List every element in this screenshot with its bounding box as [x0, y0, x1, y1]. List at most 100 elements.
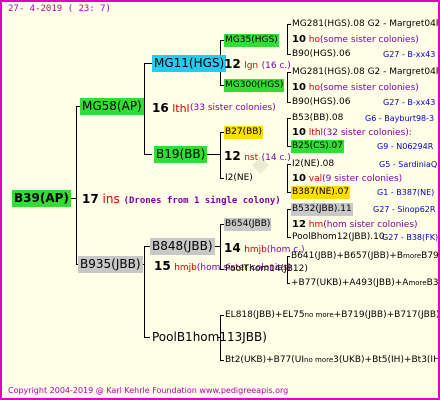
mg58-note: (33 sister colonies): [190, 103, 276, 113]
b935-abbr: hmjb: [174, 263, 197, 273]
i2-info: 10 val(9 sister colonies): [292, 174, 402, 184]
b387-node[interactable]: B387(NE).07: [291, 186, 351, 199]
connector: [287, 164, 288, 192]
bt2-more: no more: [304, 356, 334, 364]
bt2-node[interactable]: Bt2(UKB)+B77(UIno more3(UKB)+Bt5(IH)+Bt3…: [224, 354, 440, 367]
b77-right: B36(JBB): [426, 278, 439, 288]
mg300-node[interactable]: MG300(HGS): [224, 79, 285, 92]
b19-abbr: nst: [244, 153, 259, 163]
connector: [144, 63, 152, 64]
b90b-origin: G27 - B-xx43: [383, 98, 436, 107]
copyright-footer: Copyright 2004-2019 @ Karl Kehrle Founda…: [8, 386, 289, 395]
b53-node[interactable]: B53(BB).08: [291, 112, 344, 125]
mg35-info: 10 ho(some sister colonies): [292, 35, 419, 45]
connector: [76, 106, 77, 264]
b387-origin: G1 - B387(NE): [377, 188, 435, 197]
b848-node[interactable]: B848(JBB): [150, 238, 215, 255]
b654-info: 12 hm(hom sister colonies): [292, 220, 418, 230]
i2-node[interactable]: I2(NE): [224, 172, 254, 185]
connector: [144, 246, 145, 337]
b90a-node[interactable]: B90(HGS).06: [291, 48, 351, 61]
b19-node[interactable]: B19(BB): [154, 146, 208, 163]
poolthom-node[interactable]: PoolThom14(JB12): [224, 263, 309, 276]
b935-node[interactable]: B935(JBB): [78, 256, 143, 273]
b90a-origin: G27 - B-xx43: [383, 50, 436, 59]
poolb-node[interactable]: PoolBhom12(JBB).10: [291, 231, 386, 244]
mg300-abbr: ho: [308, 83, 321, 93]
mg300-note: (some sister colonies): [320, 83, 419, 93]
mg35-note: (some sister colonies): [320, 35, 419, 45]
poolb-origin: G27 - B38(FK)+3: [382, 233, 439, 242]
b641-more: more: [403, 252, 422, 260]
mg58-node[interactable]: MG58(AP): [80, 98, 144, 115]
mg11-node[interactable]: MG11(HGS): [152, 55, 227, 72]
b532-node[interactable]: B532(JBB).11: [291, 203, 353, 216]
mg58-info: 16 lthl: [152, 102, 190, 114]
mg281a-node[interactable]: MG281(HGS).08 G2 - Margret04R: [291, 18, 438, 31]
b25-origin: G9 - N06294R: [377, 142, 434, 151]
b53-origin: G6 - Bayburt98-3: [365, 114, 435, 123]
connector: [287, 72, 288, 102]
date-header: 27- 4-2019 ( 23: 7): [8, 4, 111, 14]
b654-note: (hom sister colonies): [323, 220, 418, 230]
b532-origin: G27 - Sinop62R: [373, 205, 436, 214]
b19-info: 12 nst (14 c.): [224, 150, 291, 163]
b77-text: +B77(UKB)+A493(JBB)+A: [291, 278, 409, 288]
b27-gen-number: 10: [292, 127, 306, 138]
el818-more: no more: [304, 311, 334, 319]
bt2-right: 3(UKB)+Bt5(IH)+Bt3(IH): [333, 355, 440, 365]
b27-info: 10 lthl(32 sister colonies):: [292, 128, 412, 138]
b27-abbr: lthl: [308, 128, 324, 138]
b641-right: B79(JBB): [421, 251, 439, 261]
mg281b-node[interactable]: MG281(HGS).08 G2 - Margret04R: [291, 66, 438, 79]
root-note: (Drones from 1 single colony): [123, 196, 281, 206]
i2-08-node[interactable]: I2(NE).08: [291, 158, 335, 171]
root-gen-number: 17: [82, 192, 99, 206]
el818-node[interactable]: EL818(JBB)+EL75no more+B719(JBB)+B717(JB…: [224, 309, 440, 322]
mg11-abbr: lgn: [244, 61, 259, 71]
mg11-gen-number: 12: [224, 57, 241, 71]
mg35-abbr: ho: [308, 35, 321, 45]
b935-gen-number: 15: [154, 259, 171, 273]
connector: [287, 24, 288, 54]
i2-gen-number: 10: [292, 173, 306, 184]
i2-08-origin: G5 - SardiniaQ: [379, 160, 438, 169]
poolb1-node[interactable]: PoolB1hom113JBB): [150, 329, 269, 346]
b90b-node[interactable]: B90(HGS).06: [291, 96, 351, 109]
connector: [214, 246, 220, 247]
b654-gen-number: 12: [292, 219, 306, 230]
b641-node[interactable]: B641(JBB)+B657(JBB)+BmoreB79(JBB): [290, 250, 439, 263]
pedigree-frame: ◆ 27- 4-2019 ( 23: 7) Copyright 2004-201…: [0, 0, 440, 400]
mg58-gen-number: 16: [152, 101, 169, 115]
el818-right: +B719(JBB)+B717(JBB): [333, 310, 440, 320]
b77-node[interactable]: +B77(UKB)+A493(JBB)+AmoreB36(JBB): [290, 277, 439, 290]
bt2-text: Bt2(UKB)+B77(UI: [225, 355, 305, 365]
b641-text: B641(JBB)+B657(JBB)+B: [291, 251, 404, 261]
b654-abbr: hm: [308, 220, 324, 230]
b27-node[interactable]: B27(BB): [224, 126, 263, 139]
connector: [287, 118, 288, 146]
b19-gen-number: 12: [224, 149, 241, 163]
b27-note: (32 sister colonies):: [323, 128, 412, 138]
b654-node[interactable]: B654(JBB): [224, 218, 272, 231]
b19-note: (14 c.): [261, 153, 291, 163]
mg35-node[interactable]: MG35(HGS): [224, 34, 279, 47]
root-node[interactable]: B39(AP): [12, 190, 71, 207]
b25-node[interactable]: B25(CS).07: [291, 140, 344, 153]
connector: [144, 63, 145, 154]
mg11-info: 12 lgn (16 c.): [224, 58, 291, 71]
i2-note: (9 sister colonies): [322, 174, 403, 184]
el818-text: EL818(JBB)+EL75: [225, 310, 305, 320]
b848-gen-number: 14: [224, 241, 241, 255]
mg300-gen-number: 10: [292, 82, 306, 93]
connector: [144, 154, 152, 155]
connector: [220, 132, 221, 178]
root-abbr: ins: [102, 192, 120, 206]
b848-abbr: hmjb: [244, 245, 267, 255]
connector: [287, 209, 288, 237]
mg35-gen-number: 10: [292, 34, 306, 45]
mg11-note: (16 c.): [261, 61, 291, 71]
mg58-abbr: lthl: [172, 102, 190, 115]
i2-abbr: val: [308, 174, 323, 184]
b77-more: more: [408, 279, 427, 287]
